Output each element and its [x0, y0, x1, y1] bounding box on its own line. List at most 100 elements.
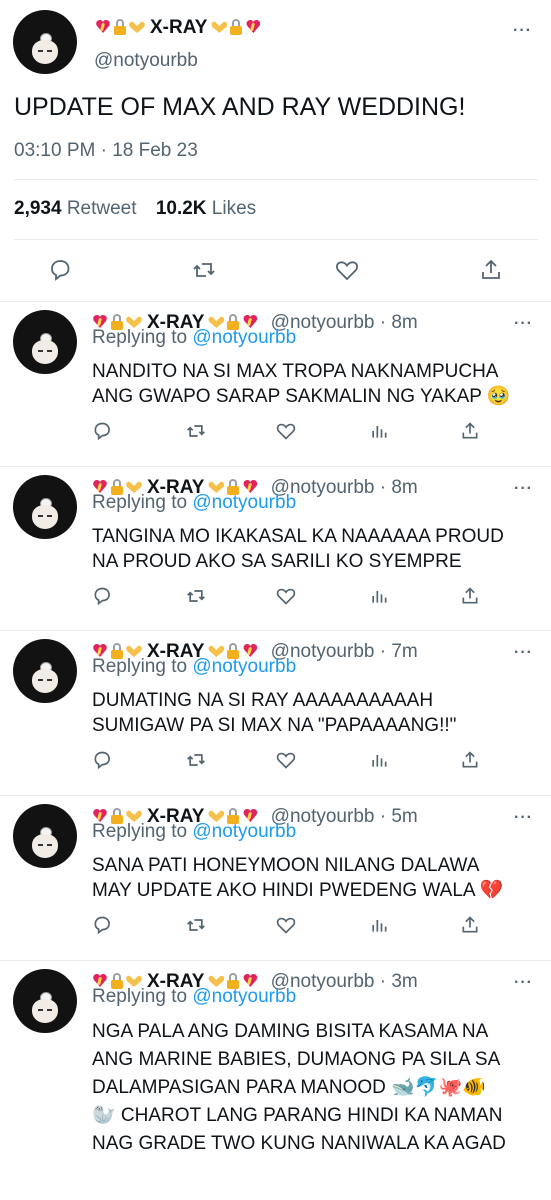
reply-text-line: NAG GRADE TWO KUNG NANIWALA KA AGAD: [92, 1133, 506, 1154]
replying-label: Replying to: [92, 821, 188, 842]
reply-icon[interactable]: [92, 586, 112, 606]
replying-to: Replying to @notyourbb: [92, 492, 296, 514]
share-icon[interactable]: [460, 915, 480, 935]
timestamp-separator: ·: [100, 140, 107, 161]
replying-label: Replying to: [92, 986, 188, 1007]
retweet-icon[interactable]: [186, 750, 206, 770]
more-icon[interactable]: ···: [514, 644, 533, 662]
replying-to-handle[interactable]: @notyourbb: [192, 656, 296, 677]
replying-to: Replying to @notyourbb: [92, 986, 296, 1008]
replying-label: Replying to: [92, 492, 188, 513]
reply-text-line: NGA PALA ANG DAMING BISITA KASAMA NA: [92, 1021, 489, 1042]
divider: [14, 179, 538, 180]
more-icon[interactable]: ···: [513, 22, 532, 40]
reply-text-line: SANA PATI HONEYMOON NILANG DALAWA: [92, 855, 480, 876]
retweet-icon[interactable]: [186, 586, 206, 606]
author-name-line[interactable]: X-RAY: [95, 17, 262, 39]
retweet-icon: [193, 263, 215, 277]
author-handle[interactable]: @notyourbb: [94, 50, 198, 72]
reply-text: TANGINA MO IKAKASAL KA NAAAAAA PROUD NA …: [92, 524, 537, 574]
analytics-icon[interactable]: [369, 915, 389, 935]
reply-icon[interactable]: [92, 750, 112, 770]
avatar[interactable]: [13, 475, 77, 539]
more-icon[interactable]: ···: [514, 480, 533, 498]
avatar[interactable]: [13, 969, 77, 1033]
reply-actions: [92, 586, 492, 608]
heart-hands-icon: [129, 19, 145, 35]
like-label: Likes: [211, 198, 257, 219]
retweet-label: Retweet: [66, 198, 137, 219]
heart-icon[interactable]: [276, 750, 296, 770]
lock-icon: [112, 19, 128, 35]
retweet-stat[interactable]: 2,934 Retweet: [14, 198, 137, 219]
avatar[interactable]: [13, 804, 77, 868]
reply-time: · 8m: [379, 312, 418, 333]
avatar[interactable]: [13, 310, 77, 374]
reply-text-line: NA PROUD AKO SA SARILI KO SYEMPRE: [92, 551, 462, 572]
replying-to: Replying to @notyourbb: [92, 327, 296, 349]
reply-text: NGA PALA ANG DAMING BISITA KASAMA NA ANG…: [92, 1018, 537, 1158]
like-button[interactable]: [335, 258, 359, 282]
reply-text-line: DALAMPASIGAN PARA MANOOD 🐋🐬🐙🐠: [92, 1077, 486, 1098]
reply-text-line: MAY UPDATE AKO HINDI PWEDENG WALA 💔: [92, 880, 504, 901]
heart-icon[interactable]: [276, 421, 296, 441]
heart-hands-icon: [211, 19, 227, 35]
reply-time: · 5m: [379, 806, 418, 827]
retweet-icon[interactable]: [186, 421, 206, 441]
reply-text-line: 🦭 CHAROT LANG PARANG HINDI KA NAMAN: [92, 1105, 503, 1126]
reply-text: SANA PATI HONEYMOON NILANG DALAWA MAY UP…: [92, 853, 537, 903]
like-stat[interactable]: 10.2K Likes: [156, 198, 256, 219]
retweet-button[interactable]: [192, 258, 216, 282]
reply-text-line: ANG MARINE BABIES, DUMAONG PA SILA SA: [92, 1049, 501, 1070]
reply-text-line: SUMIGAW PA SI MAX NA "PAPAAAANG!!": [92, 715, 457, 736]
more-icon[interactable]: ···: [514, 315, 533, 333]
reply-icon[interactable]: [92, 421, 112, 441]
analytics-icon[interactable]: [369, 421, 389, 441]
heart-on-fire-icon: [245, 19, 261, 35]
tweet-timestamp[interactable]: 03:10 PM · 18 Feb 23: [14, 140, 198, 162]
lock-icon: [228, 19, 244, 35]
reply-text-line: DUMATING NA SI RAY AAAAAAAAAAH: [92, 690, 434, 711]
like-count: 10.2K: [155, 198, 207, 219]
heart-icon[interactable]: [276, 586, 296, 606]
replying-label: Replying to: [92, 656, 188, 677]
tweet-time: 03:10 PM: [14, 140, 96, 161]
reply-tweet[interactable]: X-RAY @notyourbb · 8m ··· Replying to @n…: [0, 301, 551, 466]
reply-actions: [92, 750, 492, 772]
reply-text-line: TANGINA MO IKAKASAL KA NAAAAAA PROUD: [92, 526, 504, 547]
share-icon: [482, 259, 500, 279]
avatar[interactable]: [13, 639, 77, 703]
more-icon[interactable]: ···: [514, 974, 533, 992]
analytics-icon[interactable]: [369, 586, 389, 606]
reply-button[interactable]: [48, 258, 72, 282]
avatar[interactable]: [13, 10, 77, 74]
display-name: X-RAY: [150, 17, 208, 38]
tweet-text: UPDATE OF MAX AND RAY WEDDING!: [14, 93, 466, 121]
reply-time: · 8m: [379, 477, 418, 498]
heart-on-fire-icon: [95, 19, 111, 35]
replying-to-handle[interactable]: @notyourbb: [192, 492, 296, 513]
reply-tweet[interactable]: X-RAY @notyourbb · 5m ··· Replying to @n…: [0, 795, 551, 960]
replying-to-handle[interactable]: @notyourbb: [192, 986, 296, 1007]
reply-actions: [92, 915, 492, 937]
heart-icon[interactable]: [276, 915, 296, 935]
reply-icon: [51, 260, 70, 281]
share-icon[interactable]: [460, 586, 480, 606]
more-icon[interactable]: ···: [514, 809, 533, 827]
share-button[interactable]: [479, 258, 503, 282]
retweet-icon[interactable]: [186, 915, 206, 935]
analytics-icon[interactable]: [369, 750, 389, 770]
share-icon[interactable]: [460, 750, 480, 770]
reply-tweet[interactable]: X-RAY @notyourbb · 8m ··· Replying to @n…: [0, 466, 551, 631]
share-icon[interactable]: [460, 421, 480, 441]
reply-time: · 3m: [379, 971, 418, 992]
tweet-date: 18 Feb 23: [112, 140, 198, 161]
reply-time: · 7m: [379, 641, 418, 662]
replying-to-handle[interactable]: @notyourbb: [192, 821, 296, 842]
replying-label: Replying to: [92, 327, 188, 348]
reply-icon[interactable]: [92, 915, 112, 935]
reply-tweet[interactable]: X-RAY @notyourbb · 3m ··· Replying to @n…: [0, 960, 551, 1200]
retweet-count: 2,934: [14, 198, 62, 219]
reply-tweet[interactable]: X-RAY @notyourbb · 7m ··· Replying to @n…: [0, 630, 551, 795]
replying-to-handle[interactable]: @notyourbb: [192, 327, 296, 348]
